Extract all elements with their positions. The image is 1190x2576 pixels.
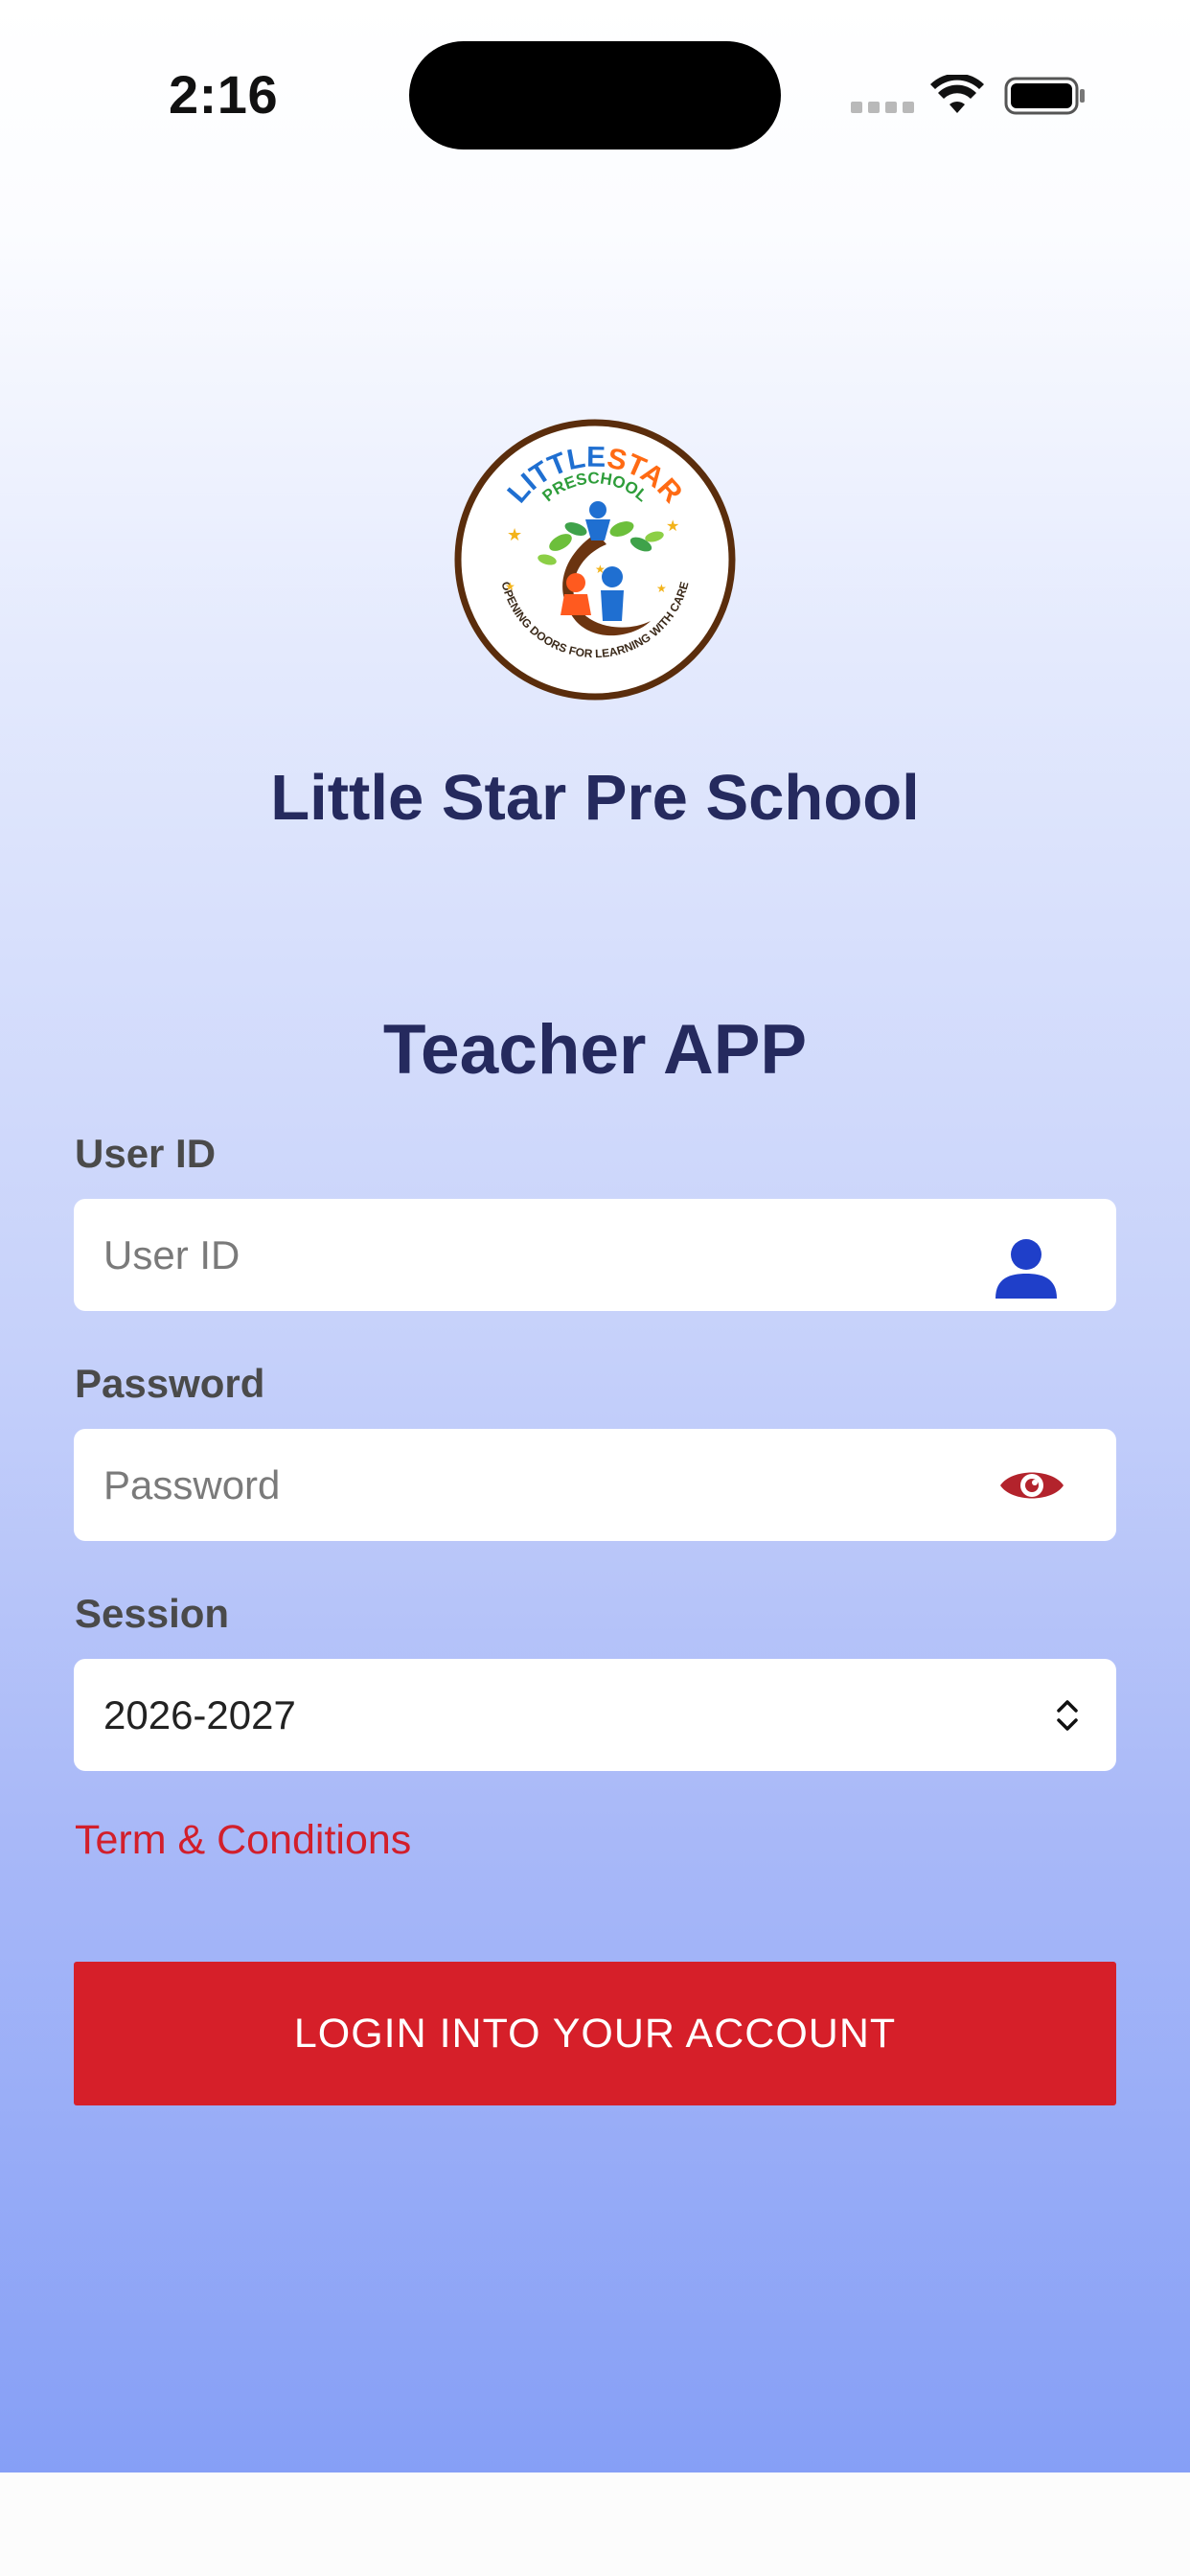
eye-icon[interactable] xyxy=(998,1465,1065,1506)
wifi-icon xyxy=(930,75,984,113)
svg-text:★: ★ xyxy=(595,563,606,576)
person-icon xyxy=(995,1239,1057,1299)
chevron-up-down-icon xyxy=(1057,1700,1078,1731)
svg-text:★: ★ xyxy=(507,525,522,544)
svg-text:★: ★ xyxy=(656,582,667,595)
password-field-container xyxy=(74,1429,1116,1541)
svg-text:★: ★ xyxy=(666,518,679,535)
svg-text:★: ★ xyxy=(505,580,515,593)
battery-icon xyxy=(1004,77,1085,115)
password-input[interactable] xyxy=(103,1429,966,1541)
session-label: Session xyxy=(75,1591,230,1636)
dynamic-island xyxy=(409,41,781,150)
session-selected-value: 2026-2027 xyxy=(103,1692,296,1737)
app-title: Teacher APP xyxy=(382,1011,808,1089)
session-select[interactable]: 2026-2027 xyxy=(74,1659,1116,1771)
school-logo: LITTLESTAR PRESCHOOL OPENING DOORS FOR L… xyxy=(454,419,736,701)
school-name: Little Star Pre School xyxy=(270,762,920,834)
user-id-label: User ID xyxy=(75,1131,217,1176)
login-button[interactable]: LOGIN INTO YOUR ACCOUNT xyxy=(74,1962,1116,2105)
home-indicator-area xyxy=(0,2472,1190,2576)
user-id-field-container xyxy=(74,1199,1116,1311)
password-label: Password xyxy=(75,1361,265,1406)
user-id-input[interactable] xyxy=(103,1199,966,1311)
terms-link[interactable]: Term & Conditions xyxy=(75,1817,411,1864)
status-time: 2:16 xyxy=(169,64,279,125)
cellular-signal-icon xyxy=(851,102,914,113)
